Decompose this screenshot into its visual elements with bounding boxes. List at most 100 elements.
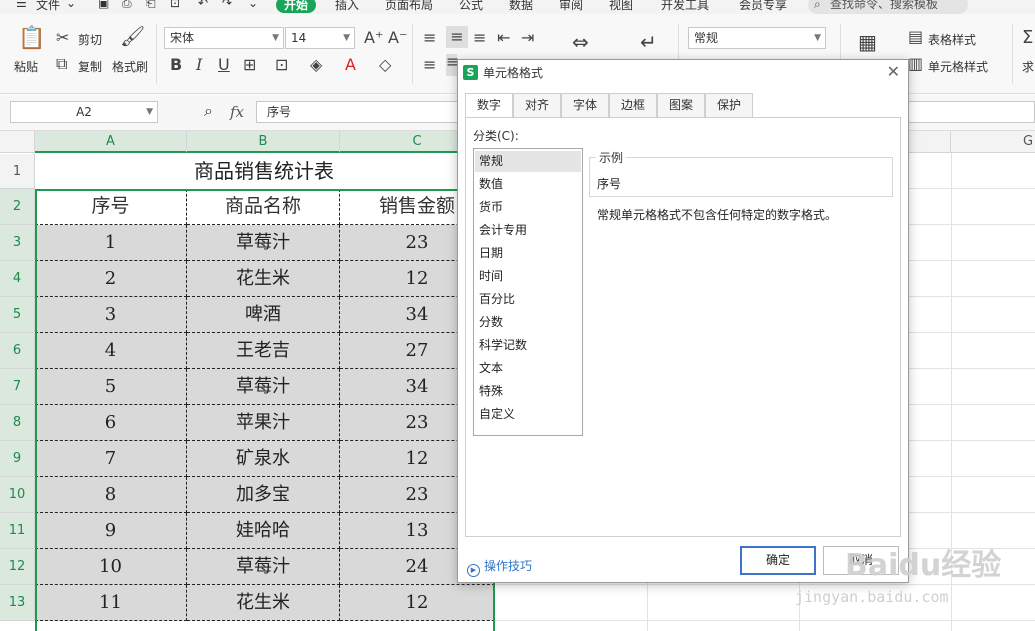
save-icon[interactable]: ▣ [98,0,109,10]
bold-icon[interactable]: B [170,57,182,73]
table-cell[interactable]: 草莓汁 [187,369,340,405]
menu-start[interactable]: 开始 [276,0,317,13]
copy-icon[interactable]: ⧉ [56,56,67,72]
category-item[interactable]: 货币 [475,197,581,218]
menu-file[interactable]: 文件 [36,0,60,13]
table-cell[interactable]: 6 [35,405,187,441]
row-header-6[interactable]: 6 [0,333,35,369]
menu-view[interactable]: 视图 [609,0,633,13]
paste-icon[interactable]: 📋 [18,28,45,50]
align-center-icon[interactable]: ≡ [446,54,459,76]
category-item[interactable]: 分数 [475,312,581,333]
table-style-button[interactable]: 表格样式 [928,31,976,48]
table-cell[interactable]: 4 [35,333,187,369]
header-cell[interactable]: 序号 [35,189,187,225]
fx-icon[interactable]: fx [230,103,244,121]
table-cell[interactable]: 7 [35,441,187,477]
category-item[interactable]: 数值 [475,174,581,195]
category-item[interactable]: 时间 [475,266,581,287]
clear-icon[interactable]: ◇ [379,57,391,73]
fill-color-icon[interactable]: ◈ [310,57,322,73]
row-header-1[interactable]: 1 [0,154,35,189]
sum-icon[interactable]: Σ [1022,29,1033,47]
number-format-select[interactable]: 常规 ▼ [688,27,826,49]
table-cell[interactable]: 草莓汁 [187,549,340,585]
table-cell[interactable]: 12 [340,585,495,621]
tab-font[interactable]: 字体 [561,93,609,117]
menu-review[interactable]: 审阅 [559,0,583,13]
cell-style-button[interactable]: 单元格样式 [928,58,988,75]
column-header-b[interactable]: B [187,131,340,153]
conditional-format-icon[interactable]: ▦ [858,32,877,52]
category-item[interactable]: 特殊 [475,381,581,402]
scissors-icon[interactable]: ✂ [56,30,69,46]
row-header-7[interactable]: 7 [0,369,35,405]
row-header-8[interactable]: 8 [0,405,35,441]
dialog-titlebar[interactable]: S 单元格格式 ✕ [458,60,908,86]
outdent-icon[interactable]: ⇥ [521,30,534,46]
redo-icon[interactable]: ↷ [222,0,232,10]
chevron-down-icon[interactable]: ⌄ [66,0,76,10]
menu-formula[interactable]: 公式 [459,0,483,13]
name-box[interactable]: A2 ▼ [10,101,158,123]
table-title[interactable]: 商品销售统计表 [35,154,493,189]
table-cell[interactable]: 9 [35,513,187,549]
font-color-icon[interactable]: A [345,57,356,73]
table-cell[interactable]: 3 [35,297,187,333]
category-item[interactable]: 科学记数 [475,335,581,356]
tab-protection[interactable]: 保护 [705,93,753,117]
close-icon[interactable]: ✕ [887,62,900,81]
wrap-text-icon[interactable]: ↵ [640,32,657,52]
font-size-select[interactable]: 14 ▼ [285,27,355,49]
category-item[interactable]: 文本 [475,358,581,379]
merge-center-icon[interactable]: ⇔ [572,32,589,52]
table-cell[interactable]: 王老吉 [187,333,340,369]
table-style-icon[interactable]: ▤ [908,29,923,45]
category-item[interactable]: 日期 [475,243,581,264]
select-all-corner[interactable] [0,131,35,153]
paste-button[interactable]: 粘贴 [14,58,38,75]
decrease-font-icon[interactable]: A⁻ [388,30,407,46]
category-item[interactable]: 自定义 [475,404,581,425]
table-cell[interactable]: 苹果汁 [187,405,340,441]
menu-insert[interactable]: 插入 [335,0,359,13]
row-header-12[interactable]: 12 [0,549,35,585]
tab-number[interactable]: 数字 [465,93,513,118]
row-header-11[interactable]: 11 [0,513,35,549]
export-icon[interactable]: ⎙ [122,0,132,11]
menu-developer[interactable]: 开发工具 [661,0,709,13]
format-painter-button[interactable]: 格式刷 [112,58,148,75]
column-header-g[interactable]: G [951,131,1035,153]
hamburger-icon[interactable]: ☰ [16,0,27,10]
category-item[interactable]: 常规 [475,151,581,172]
row-header-13[interactable]: 13 [0,585,35,621]
table-cell[interactable]: 花生米 [187,585,340,621]
header-cell[interactable]: 商品名称 [187,189,340,225]
menu-page-layout[interactable]: 页面布局 [385,0,433,13]
row-header-9[interactable]: 9 [0,441,35,477]
table-cell[interactable]: 加多宝 [187,477,340,513]
table-cell[interactable]: 花生米 [187,261,340,297]
category-list[interactable]: 常规 数值 货币 会计专用 日期 时间 百分比 分数 科学记数 文本 特殊 自定义 [473,148,583,436]
row-header-5[interactable]: 5 [0,297,35,333]
font-name-select[interactable]: 宋体 ▼ [164,27,284,49]
category-item[interactable]: 百分比 [475,289,581,310]
align-left-icon[interactable]: ≡ [423,57,436,73]
table-cell[interactable]: 8 [35,477,187,513]
cut-button[interactable]: 剪切 [78,31,102,48]
ok-button[interactable]: 确定 [740,546,816,575]
command-search[interactable]: ⌕ 查找命令、搜索模板 [808,0,968,14]
increase-font-icon[interactable]: A⁺ [364,30,383,46]
column-header-a[interactable]: A [35,131,187,153]
row-header-4[interactable]: 4 [0,261,35,297]
table-cell[interactable]: 1 [35,225,187,261]
menu-member[interactable]: 会员专享 [739,0,787,13]
preview-icon[interactable]: ⊡ [170,0,180,10]
tips-link[interactable]: ▶ 操作技巧 [467,557,532,577]
align-bottom-icon[interactable]: ≡ [473,30,486,46]
row-header-2[interactable]: 2 [0,189,35,225]
print-icon[interactable]: ⎗ [146,0,156,11]
row-header-3[interactable]: 3 [0,225,35,261]
chevron-down-icon[interactable]: ⌄ [248,0,258,10]
tab-pattern[interactable]: 图案 [657,93,705,117]
